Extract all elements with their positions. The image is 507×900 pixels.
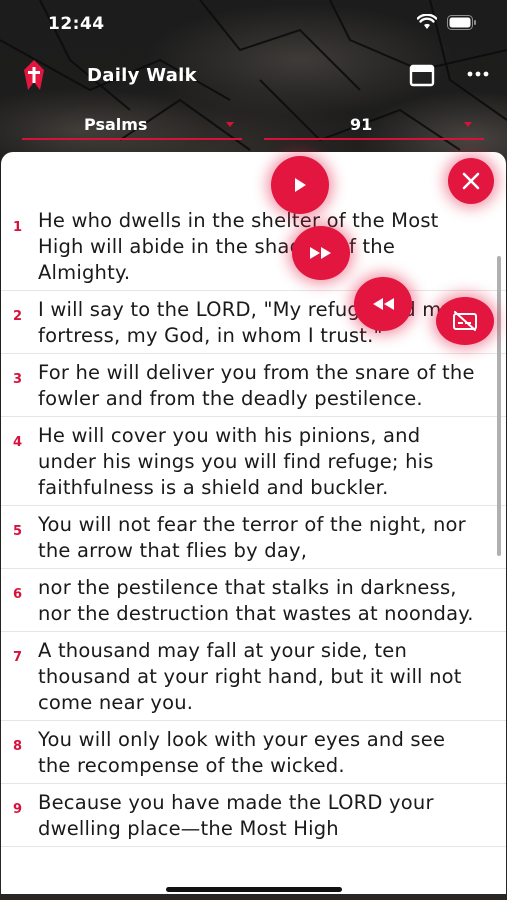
verse-item[interactable]: 4 He will cover you with his pinions, an… <box>1 417 506 506</box>
verse-number: 5 <box>13 524 23 539</box>
verse-item[interactable]: 9 Because you have made the LORD your dw… <box>1 784 506 847</box>
verse-text: You will only look with your eyes and se… <box>38 728 446 777</box>
play-icon <box>295 178 306 192</box>
verse-number: 8 <box>13 739 23 754</box>
close-icon <box>462 172 480 190</box>
captions-off-icon <box>453 311 477 331</box>
scripture-panel[interactable]: 1 He who dwells in the shelter of the Mo… <box>1 152 506 894</box>
verse-text: He will cover you with his pinions, and … <box>38 424 434 499</box>
verse-item[interactable]: 3 For he will deliver you from the snare… <box>1 354 506 417</box>
calendar-icon[interactable] <box>409 62 435 88</box>
verse-text: A thousand may fall at your side, ten th… <box>38 639 462 714</box>
status-time: 12:44 <box>48 14 105 34</box>
fast-forward-icon <box>310 247 331 259</box>
verse-item[interactable]: 6 nor the pestilence that stalks in dark… <box>1 569 506 632</box>
verse-text: Because you have made the LORD your dwel… <box>38 791 434 840</box>
verse-list: 1 He who dwells in the shelter of the Mo… <box>1 152 506 847</box>
fast-forward-button[interactable] <box>292 226 350 280</box>
battery-icon <box>447 14 476 30</box>
verse-text: For he will deliver you from the snare o… <box>38 361 475 410</box>
wifi-icon <box>417 14 437 29</box>
rewind-button[interactable] <box>354 277 412 331</box>
captions-off-button[interactable] <box>436 297 494 345</box>
verse-text: nor the pestilence that stalks in darkne… <box>38 576 474 625</box>
verse-number: 4 <box>13 435 23 450</box>
book-selector-label: Psalms <box>84 115 148 134</box>
verse-text: You will not fear the terror of the nigh… <box>38 513 466 562</box>
chevron-down-icon <box>464 122 472 127</box>
verse-number: 9 <box>13 802 23 817</box>
page-title: Daily Walk <box>87 65 197 86</box>
scrollbar[interactable] <box>497 256 501 556</box>
chapter-selector[interactable]: 91 <box>264 112 484 140</box>
home-indicator[interactable] <box>166 887 342 892</box>
verse-item[interactable]: 5 You will not fear the terror of the ni… <box>1 506 506 569</box>
more-icon[interactable] <box>466 69 490 79</box>
verse-number: 1 <box>13 220 23 235</box>
verse-number: 3 <box>13 372 23 387</box>
verse-item[interactable]: 8 You will only look with your eyes and … <box>1 721 506 784</box>
verse-number: 6 <box>13 587 23 602</box>
play-button[interactable] <box>271 156 329 214</box>
verse-item[interactable]: 1 He who dwells in the shelter of the Mo… <box>1 202 506 291</box>
app-logo-icon <box>24 60 44 90</box>
chevron-down-icon <box>226 122 234 127</box>
verse-item[interactable]: 2 I will say to the LORD, "My refuge and… <box>1 291 506 354</box>
book-selector[interactable]: Psalms <box>22 112 242 140</box>
status-bar: 12:44 <box>0 0 507 48</box>
verse-text: I will say to the LORD, "My refuge and m… <box>38 298 454 347</box>
close-button[interactable] <box>448 158 494 204</box>
verse-text: He who dwells in the shelter of the Most… <box>38 209 439 284</box>
verse-item[interactable]: 7 A thousand may fall at your side, ten … <box>1 632 506 721</box>
app-header: Daily Walk <box>0 52 507 100</box>
chapter-selector-label: 91 <box>350 115 373 134</box>
verse-number: 7 <box>13 650 23 665</box>
verse-number: 2 <box>13 309 23 324</box>
rewind-icon <box>373 298 394 310</box>
